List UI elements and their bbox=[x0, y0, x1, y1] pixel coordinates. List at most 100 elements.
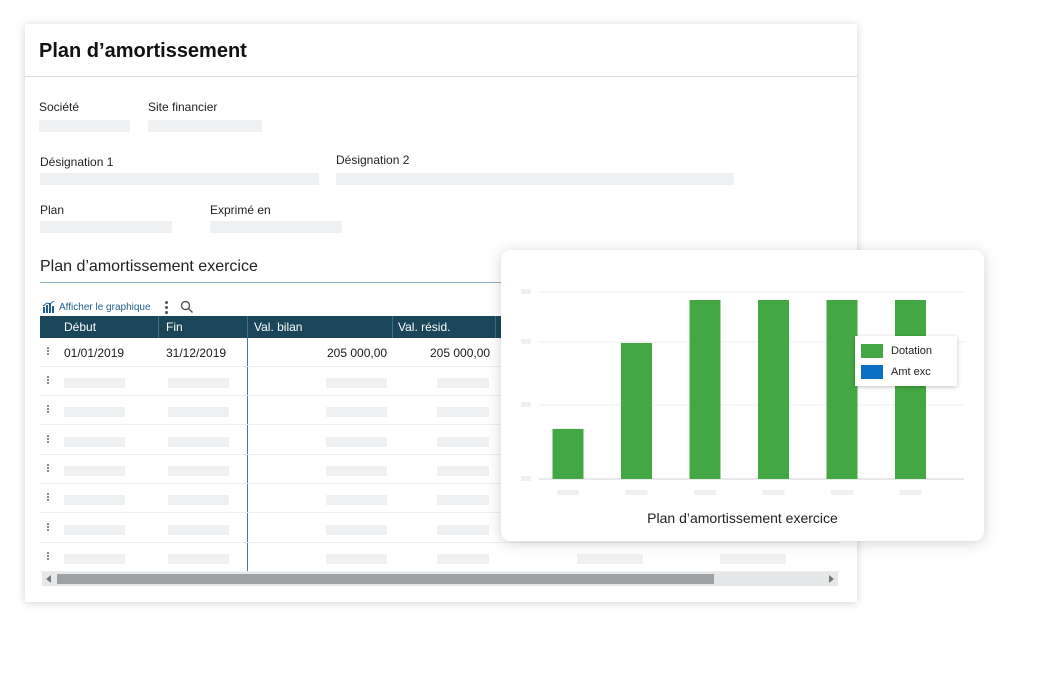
row-menu-icon[interactable] bbox=[47, 405, 50, 414]
row-menu-icon[interactable] bbox=[47, 376, 50, 384]
societe-input[interactable] bbox=[39, 120, 130, 132]
legend-item-amt-exc[interactable]: Amt exc bbox=[861, 365, 931, 379]
placeholder-cell bbox=[64, 524, 125, 535]
designation1-input[interactable] bbox=[40, 173, 319, 185]
chart-title: Plan d’amortissement exercice bbox=[647, 510, 838, 526]
designation2-input[interactable] bbox=[336, 173, 734, 185]
chart-legend: Dotation Amt exc bbox=[855, 336, 957, 386]
section-title: Plan d’amortissement exercice bbox=[40, 258, 258, 275]
show-chart-label: Afficher le graphique bbox=[59, 301, 151, 313]
field-site-financier: Site financier bbox=[148, 100, 217, 114]
bar-dotation-4[interactable] bbox=[826, 300, 858, 479]
field-label-designation1: Désignation 1 bbox=[40, 155, 114, 169]
placeholder-cell bbox=[326, 465, 387, 476]
placeholder-cell bbox=[168, 465, 229, 476]
bar-dotation-1[interactable] bbox=[621, 342, 652, 479]
legend-label-dotation: Dotation bbox=[891, 345, 932, 357]
placeholder-cell bbox=[577, 553, 643, 564]
field-label-societe: Société bbox=[39, 100, 80, 114]
y-tick-label bbox=[521, 289, 531, 294]
placeholder-cell bbox=[437, 495, 489, 506]
x-tick-label bbox=[831, 490, 853, 495]
scrollbar-thumb[interactable] bbox=[57, 574, 714, 584]
placeholder-cell bbox=[64, 436, 125, 447]
column-separator[interactable] bbox=[495, 316, 496, 338]
y-tick-label bbox=[521, 476, 531, 481]
x-tick-label bbox=[694, 490, 716, 495]
field-societe: Société bbox=[39, 100, 79, 114]
placeholder-cell bbox=[326, 407, 387, 418]
column-header-val-resid[interactable]: Val. résid. bbox=[392, 316, 450, 338]
site-financier-input[interactable] bbox=[148, 120, 262, 132]
column-separator[interactable] bbox=[158, 316, 159, 338]
row-menu-icon[interactable] bbox=[47, 551, 50, 560]
exprime-en-input[interactable] bbox=[210, 221, 342, 233]
column-header-fin[interactable]: Fin bbox=[160, 316, 183, 338]
section-divider bbox=[40, 282, 510, 283]
row-menu-icon[interactable] bbox=[47, 522, 50, 531]
placeholder-cell bbox=[168, 495, 229, 506]
show-chart-button[interactable]: Afficher le graphique bbox=[42, 301, 151, 313]
search-icon[interactable] bbox=[180, 300, 194, 314]
legend-item-dotation[interactable]: Dotation bbox=[861, 344, 932, 358]
plan-input[interactable] bbox=[40, 221, 172, 233]
x-tick-label bbox=[625, 490, 648, 495]
column-header-val-bilan[interactable]: Val. bilan bbox=[248, 316, 302, 338]
table-toolbar: Afficher le graphique bbox=[42, 299, 194, 315]
scroll-right-icon[interactable] bbox=[829, 575, 834, 583]
field-designation2: Désignation 2 bbox=[336, 153, 409, 167]
field-exprime-en: Exprimé en bbox=[210, 203, 271, 217]
field-label-exprime-en: Exprimé en bbox=[210, 203, 271, 217]
cell-val-resid: 205 000,00 bbox=[430, 346, 491, 360]
chart-card: Dotation Amt exc Plan d’amortissement ex… bbox=[501, 250, 984, 541]
row-menu-icon[interactable] bbox=[47, 434, 50, 443]
scroll-left-icon[interactable] bbox=[46, 575, 51, 583]
placeholder-cell bbox=[168, 436, 229, 447]
row-menu-icon[interactable] bbox=[47, 463, 50, 472]
bar-dotation-3[interactable] bbox=[758, 300, 789, 479]
placeholder-cell bbox=[64, 553, 125, 564]
table-row[interactable] bbox=[40, 543, 840, 572]
placeholder-cell bbox=[326, 553, 387, 564]
field-label-plan: Plan bbox=[40, 203, 65, 217]
placeholder-cell bbox=[168, 407, 229, 418]
bar-dotation-5[interactable] bbox=[895, 300, 926, 479]
placeholder-cell bbox=[326, 436, 387, 447]
bar-dotation-0[interactable] bbox=[552, 428, 584, 479]
placeholder-cell bbox=[64, 378, 125, 388]
placeholder-cell bbox=[64, 407, 125, 418]
placeholder-cell bbox=[168, 524, 229, 535]
kebab-icon[interactable] bbox=[164, 300, 168, 314]
cell-debut: 01/01/2019 bbox=[64, 346, 125, 360]
placeholder-cell bbox=[168, 378, 229, 388]
horizontal-scrollbar[interactable] bbox=[42, 572, 838, 586]
placeholder-cell bbox=[168, 553, 229, 564]
row-menu-icon[interactable] bbox=[47, 493, 50, 502]
row-menu-icon[interactable] bbox=[47, 347, 50, 355]
placeholder-cell bbox=[64, 495, 125, 506]
placeholder-cell bbox=[437, 524, 489, 535]
y-tick-label bbox=[521, 402, 531, 407]
bar-dotation-2[interactable] bbox=[689, 300, 721, 479]
placeholder-cell bbox=[326, 495, 387, 506]
placeholder-cell bbox=[437, 553, 489, 564]
placeholder-cell bbox=[437, 436, 489, 447]
column-header-debut[interactable]: Début bbox=[58, 316, 96, 338]
legend-swatch-dotation bbox=[861, 344, 883, 358]
placeholder-cell bbox=[720, 553, 786, 564]
legend-label-amt-exc: Amt exc bbox=[891, 366, 931, 378]
placeholder-cell bbox=[437, 407, 489, 418]
panel-header: Plan d’amortissement bbox=[25, 24, 857, 77]
x-tick-label bbox=[899, 490, 922, 495]
x-tick-label bbox=[557, 490, 579, 495]
field-plan: Plan bbox=[40, 203, 64, 217]
y-tick-label bbox=[521, 339, 531, 344]
legend-swatch-amt-exc bbox=[861, 365, 883, 379]
placeholder-cell bbox=[326, 378, 387, 388]
placeholder-cell bbox=[437, 378, 489, 388]
placeholder-cell bbox=[437, 465, 489, 476]
field-designation1: Désignation 1 bbox=[40, 155, 113, 169]
field-label-designation2: Désignation 2 bbox=[336, 153, 410, 167]
page-title: Plan d’amortissement bbox=[39, 40, 247, 62]
cell-val-bilan: 205 000,00 bbox=[327, 346, 388, 360]
